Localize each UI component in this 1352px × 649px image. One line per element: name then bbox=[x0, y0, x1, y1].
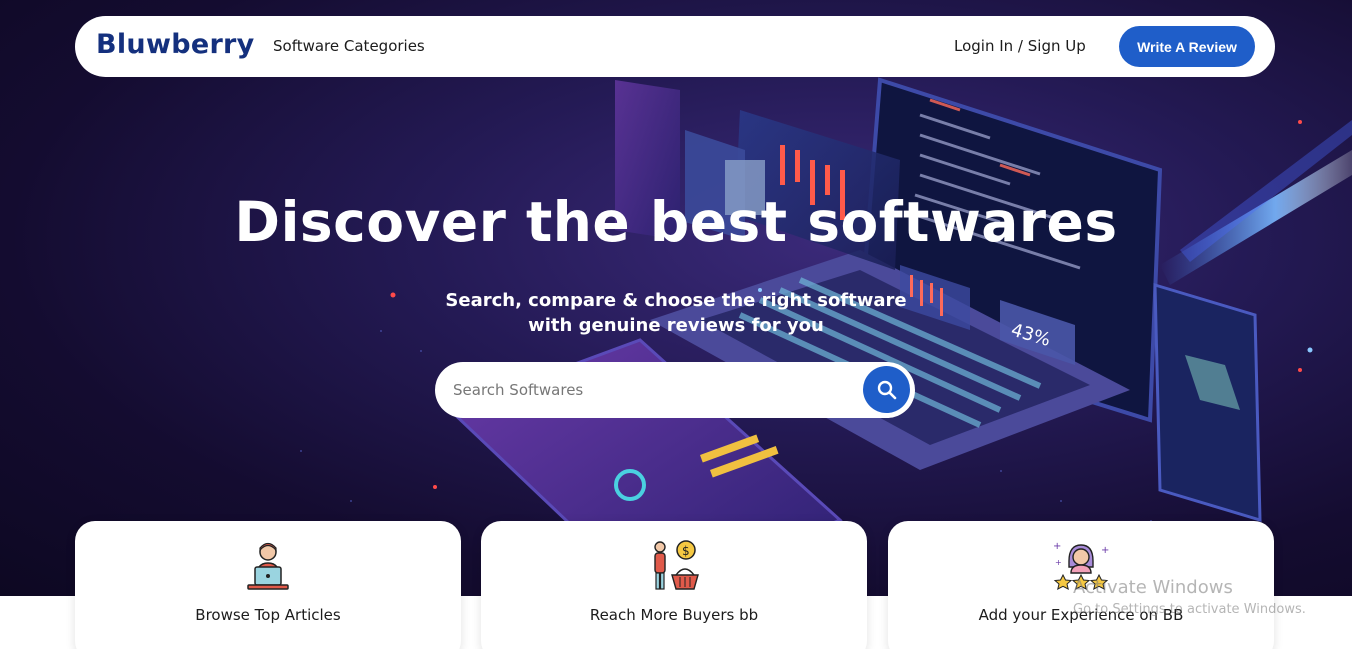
navbar: Bluwberry Software Categories Login In /… bbox=[75, 16, 1275, 77]
search-bar bbox=[435, 362, 915, 418]
search-button[interactable] bbox=[863, 366, 910, 413]
svg-text:+: + bbox=[1101, 545, 1109, 556]
card-browse-articles[interactable]: Browse Top Articles bbox=[75, 521, 461, 649]
buyer-basket-icon: $ bbox=[654, 540, 699, 590]
svg-text:$: $ bbox=[682, 544, 690, 558]
windows-watermark-subtitle: Go to Settings to activate Windows. bbox=[1073, 602, 1306, 617]
card-label: Reach More Buyers bb bbox=[589, 606, 759, 624]
svg-text:+: + bbox=[1055, 558, 1062, 567]
hero-title: Discover the best softwares bbox=[234, 190, 1118, 254]
card-reach-buyers[interactable]: $ Reach More Buyers bb bbox=[481, 521, 867, 649]
write-review-button[interactable]: Write A Review bbox=[1119, 26, 1255, 67]
windows-watermark-title: Activate Windows bbox=[1073, 577, 1233, 598]
hero-subtitle: Search, compare & choose the right softw… bbox=[445, 290, 907, 336]
search-input[interactable] bbox=[453, 374, 853, 406]
logo[interactable]: Bluwberry bbox=[96, 29, 255, 60]
svg-text:+: + bbox=[1053, 541, 1061, 552]
nav-login-signup[interactable]: Login In / Sign Up bbox=[954, 37, 1086, 55]
person-laptop-icon bbox=[247, 542, 289, 590]
nav-software-categories[interactable]: Software Categories bbox=[273, 37, 425, 55]
search-icon bbox=[877, 380, 896, 399]
card-label: Browse Top Articles bbox=[195, 606, 341, 624]
